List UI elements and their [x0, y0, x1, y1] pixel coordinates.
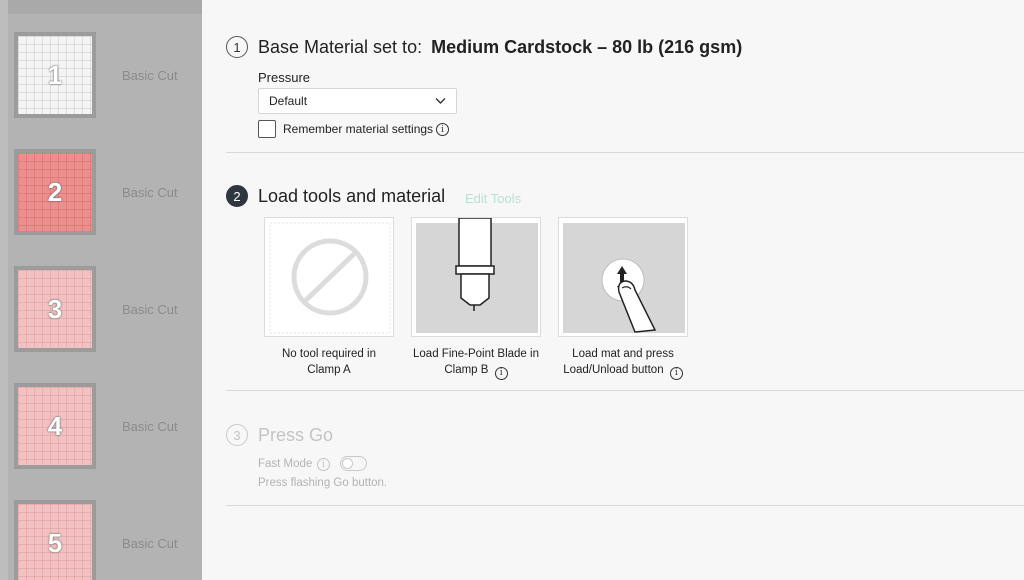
mat-preview: 5 — [14, 500, 96, 580]
mat-label: Basic Cut — [122, 185, 178, 200]
mat-grid: 5 — [18, 504, 92, 580]
caption-line: Load/Unload button — [563, 364, 664, 376]
mat-preview: 4 — [14, 383, 96, 469]
sidebar-top-strip — [0, 0, 202, 14]
info-icon[interactable]: i — [494, 366, 508, 380]
section-divider — [226, 505, 1024, 506]
mat-number: 4 — [47, 410, 63, 441]
step-1-title-prefix: Base Material set to: — [258, 37, 423, 57]
mat-number: 5 — [47, 527, 63, 558]
load-mat-caption: Load mat and press Load/Unload button i — [548, 346, 698, 380]
step-number-2: 2 — [226, 185, 248, 207]
mat-label: Basic Cut — [122, 536, 178, 551]
clamp-a-card — [264, 217, 394, 337]
caption-line: No tool required in — [282, 348, 376, 360]
edit-tools-link[interactable]: Edit Tools — [465, 191, 521, 206]
clamp-b-caption: Load Fine-Point Blade in Clamp B i — [401, 346, 551, 380]
info-icon[interactable]: i — [317, 458, 330, 471]
mat-label: Basic Cut — [122, 419, 178, 434]
mat-label: Basic Cut — [122, 68, 178, 83]
press-go-instruction: Press flashing Go button. — [258, 477, 388, 489]
remember-material-checkbox[interactable] — [258, 120, 276, 138]
no-tool-icon — [269, 222, 391, 334]
section-divider — [226, 152, 1024, 153]
mat-grid: 4 — [18, 387, 92, 465]
mat-number: 2 — [47, 176, 63, 207]
fast-mode-toggle[interactable] — [340, 456, 367, 471]
caption-line: Load mat and press — [572, 348, 674, 360]
base-material-name: Medium Cardstock – 80 lb (216 gsm) — [431, 37, 743, 57]
step-number-1: 1 — [226, 36, 248, 58]
clamp-b-card — [411, 217, 541, 337]
main-panel: 1 Base Material set to: Medium Cardstock… — [202, 0, 1024, 580]
remember-material-label: Remember material settings — [283, 122, 434, 136]
pressure-select-value: Default — [269, 94, 308, 108]
step-number-3: 3 — [226, 424, 248, 446]
chevron-down-icon — [435, 98, 446, 104]
fine-point-blade-icon — [416, 217, 538, 333]
pressure-select[interactable]: Default — [258, 88, 457, 114]
load-mat-card — [558, 217, 688, 337]
caption-line-2: Load/Unload button i — [548, 362, 698, 380]
mat-grid: 2 — [18, 153, 92, 231]
section-divider — [226, 390, 1024, 391]
step-3-title: Press Go — [258, 425, 334, 445]
load-unload-press-icon — [563, 223, 685, 333]
toggle-knob — [342, 458, 353, 469]
mat-label: Basic Cut — [122, 302, 178, 317]
info-icon[interactable]: i — [669, 366, 683, 380]
sidebar-left-edge — [0, 0, 8, 580]
caption-line-2: Clamp B i — [401, 362, 551, 380]
mat-grid: 3 — [18, 270, 92, 348]
fast-mode-label: Fast Mode — [258, 458, 313, 470]
mat-number: 3 — [47, 293, 63, 324]
mat-grid: 1 — [18, 36, 92, 114]
step-2-title: Load tools and material — [258, 186, 446, 206]
mat-sidebar: 1 Basic Cut 2 Basic Cut 3 Basic Cut 4 Ba… — [0, 0, 202, 580]
caption-line: Clamp A — [307, 364, 351, 376]
step-1-title: Base Material set to: Medium Cardstock –… — [258, 37, 742, 58]
info-icon[interactable]: i — [436, 123, 449, 136]
mat-number: 1 — [47, 59, 63, 90]
pressure-label: Pressure — [258, 70, 311, 85]
mat-preview: 2 — [14, 149, 96, 235]
mat-preview: 1 — [14, 32, 96, 118]
clamp-a-caption: No tool required in Clamp A — [254, 346, 404, 378]
caption-line: Clamp B — [444, 364, 489, 376]
mat-preview: 3 — [14, 266, 96, 352]
caption-line: Load Fine-Point Blade in — [413, 348, 539, 360]
